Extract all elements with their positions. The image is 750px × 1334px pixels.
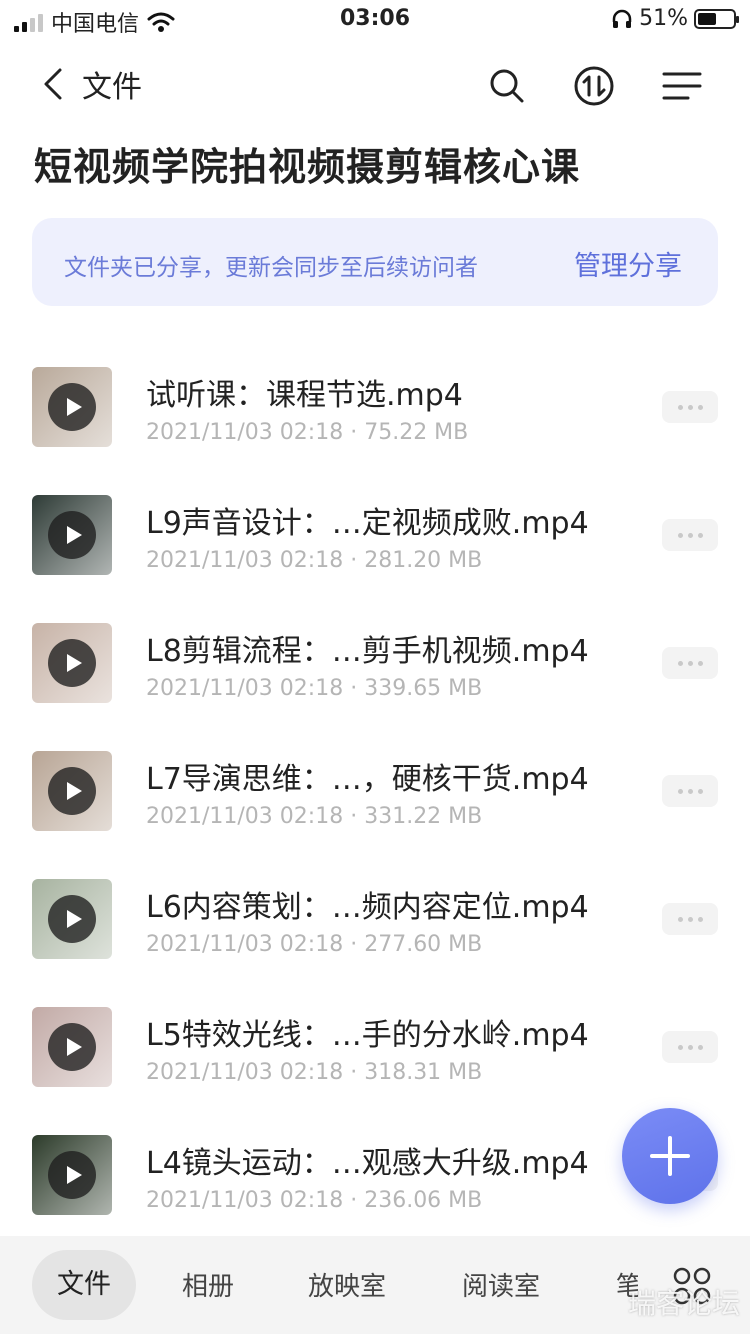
back-label[interactable]: 文件 xyxy=(82,62,142,106)
video-thumbnail xyxy=(32,1135,112,1215)
file-name: L7导演思维：…，硬核干货.mp4 xyxy=(146,762,589,797)
file-meta: 2021/11/03 02:18 · 236.06 MB xyxy=(146,1188,482,1213)
play-icon xyxy=(48,1023,96,1071)
file-size: 318.31 MB xyxy=(364,1060,483,1085)
play-icon xyxy=(48,895,96,943)
file-item[interactable]: L8剪辑流程：…剪手机视频.mp4 2021/11/03 02:18 · 339… xyxy=(0,606,750,716)
play-icon xyxy=(48,639,96,687)
file-date: 2021/11/03 02:18 xyxy=(146,548,344,573)
meta-separator: · xyxy=(350,1060,358,1085)
file-date: 2021/11/03 02:18 xyxy=(146,1188,344,1213)
file-date: 2021/11/03 02:18 xyxy=(146,932,344,957)
file-date: 2021/11/03 02:18 xyxy=(146,676,344,701)
file-size: 75.22 MB xyxy=(364,420,469,445)
status-right: 51% xyxy=(611,6,739,31)
file-item[interactable]: 试听课：课程节选.mp4 2021/11/03 02:18 · 75.22 MB xyxy=(0,350,750,460)
file-date: 2021/11/03 02:18 xyxy=(146,1060,344,1085)
battery-percent: 51% xyxy=(639,6,688,31)
video-thumbnail xyxy=(32,751,112,831)
file-name: L9声音设计：…定视频成败.mp4 xyxy=(146,506,589,541)
file-size: 236.06 MB xyxy=(364,1188,483,1213)
meta-separator: · xyxy=(350,420,358,445)
file-size: 331.22 MB xyxy=(364,804,483,829)
file-name: L8剪辑流程：…剪手机视频.mp4 xyxy=(146,634,589,669)
tab-reading-room[interactable]: 阅读室 xyxy=(462,1266,540,1303)
play-icon xyxy=(48,383,96,431)
file-meta: 2021/11/03 02:18 · 277.60 MB xyxy=(146,932,482,957)
video-thumbnail xyxy=(32,367,112,447)
more-options-icon[interactable] xyxy=(662,775,718,807)
more-options-icon[interactable] xyxy=(662,1031,718,1063)
file-size: 339.65 MB xyxy=(364,676,483,701)
meta-separator: · xyxy=(350,1188,358,1213)
file-item[interactable]: L9声音设计：…定视频成败.mp4 2021/11/03 02:18 · 281… xyxy=(0,478,750,588)
status-bar: 中国电信 03:06 51% xyxy=(0,0,750,40)
file-item[interactable]: L6内容策划：…频内容定位.mp4 2021/11/03 02:18 · 277… xyxy=(0,862,750,972)
menu-icon[interactable] xyxy=(658,62,706,110)
manage-share-button[interactable]: 管理分享 xyxy=(574,244,682,283)
file-meta: 2021/11/03 02:18 · 339.65 MB xyxy=(146,676,482,701)
search-icon[interactable] xyxy=(484,62,532,110)
add-button[interactable] xyxy=(622,1108,718,1204)
file-date: 2021/11/03 02:18 xyxy=(146,420,344,445)
tab-album[interactable]: 相册 xyxy=(182,1266,234,1303)
play-icon xyxy=(48,1151,96,1199)
back-icon[interactable] xyxy=(36,64,70,104)
video-thumbnail xyxy=(32,623,112,703)
headphones-icon xyxy=(612,9,632,28)
file-meta: 2021/11/03 02:18 · 281.20 MB xyxy=(146,548,482,573)
file-item[interactable]: L7导演思维：…，硬核干货.mp4 2021/11/03 02:18 · 331… xyxy=(0,734,750,844)
file-size: 277.60 MB xyxy=(364,932,483,957)
meta-separator: · xyxy=(350,804,358,829)
video-thumbnail xyxy=(32,879,112,959)
watermark: 瑞客论坛 xyxy=(628,1287,741,1320)
file-meta: 2021/11/03 02:18 · 75.22 MB xyxy=(146,420,468,445)
play-icon xyxy=(48,767,96,815)
more-options-icon[interactable] xyxy=(662,903,718,935)
play-icon xyxy=(48,511,96,559)
video-thumbnail xyxy=(32,495,112,575)
file-size: 281.20 MB xyxy=(364,548,483,573)
more-options-icon[interactable] xyxy=(662,647,718,679)
meta-separator: · xyxy=(350,676,358,701)
tab-files[interactable]: 文件 xyxy=(32,1250,136,1320)
file-meta: 2021/11/03 02:18 · 318.31 MB xyxy=(146,1060,482,1085)
page-title: 短视频学院拍视频摄剪辑核心课 xyxy=(34,145,581,189)
file-name: L4镜头运动：…观感大升级.mp4 xyxy=(146,1146,589,1181)
file-name: 试听课：课程节选.mp4 xyxy=(146,378,463,413)
file-date: 2021/11/03 02:18 xyxy=(146,804,344,829)
more-options-icon[interactable] xyxy=(662,519,718,551)
file-meta: 2021/11/03 02:18 · 331.22 MB xyxy=(146,804,482,829)
more-options-icon[interactable] xyxy=(662,391,718,423)
share-banner: 文件夹已分享，更新会同步至后续访问者 管理分享 xyxy=(32,218,718,306)
file-name: L6内容策划：…频内容定位.mp4 xyxy=(146,890,589,925)
meta-separator: · xyxy=(350,932,358,957)
tab-screening-room[interactable]: 放映室 xyxy=(308,1266,386,1303)
nav-bar: 文件 xyxy=(0,50,750,120)
transfer-icon[interactable] xyxy=(570,62,618,110)
file-item[interactable]: L5特效光线：…手的分水岭.mp4 2021/11/03 02:18 · 318… xyxy=(0,990,750,1100)
share-banner-message: 文件夹已分享，更新会同步至后续访问者 xyxy=(64,255,478,281)
meta-separator: · xyxy=(350,548,358,573)
file-name: L5特效光线：…手的分水岭.mp4 xyxy=(146,1018,589,1053)
video-thumbnail xyxy=(32,1007,112,1087)
battery-icon xyxy=(694,8,739,29)
